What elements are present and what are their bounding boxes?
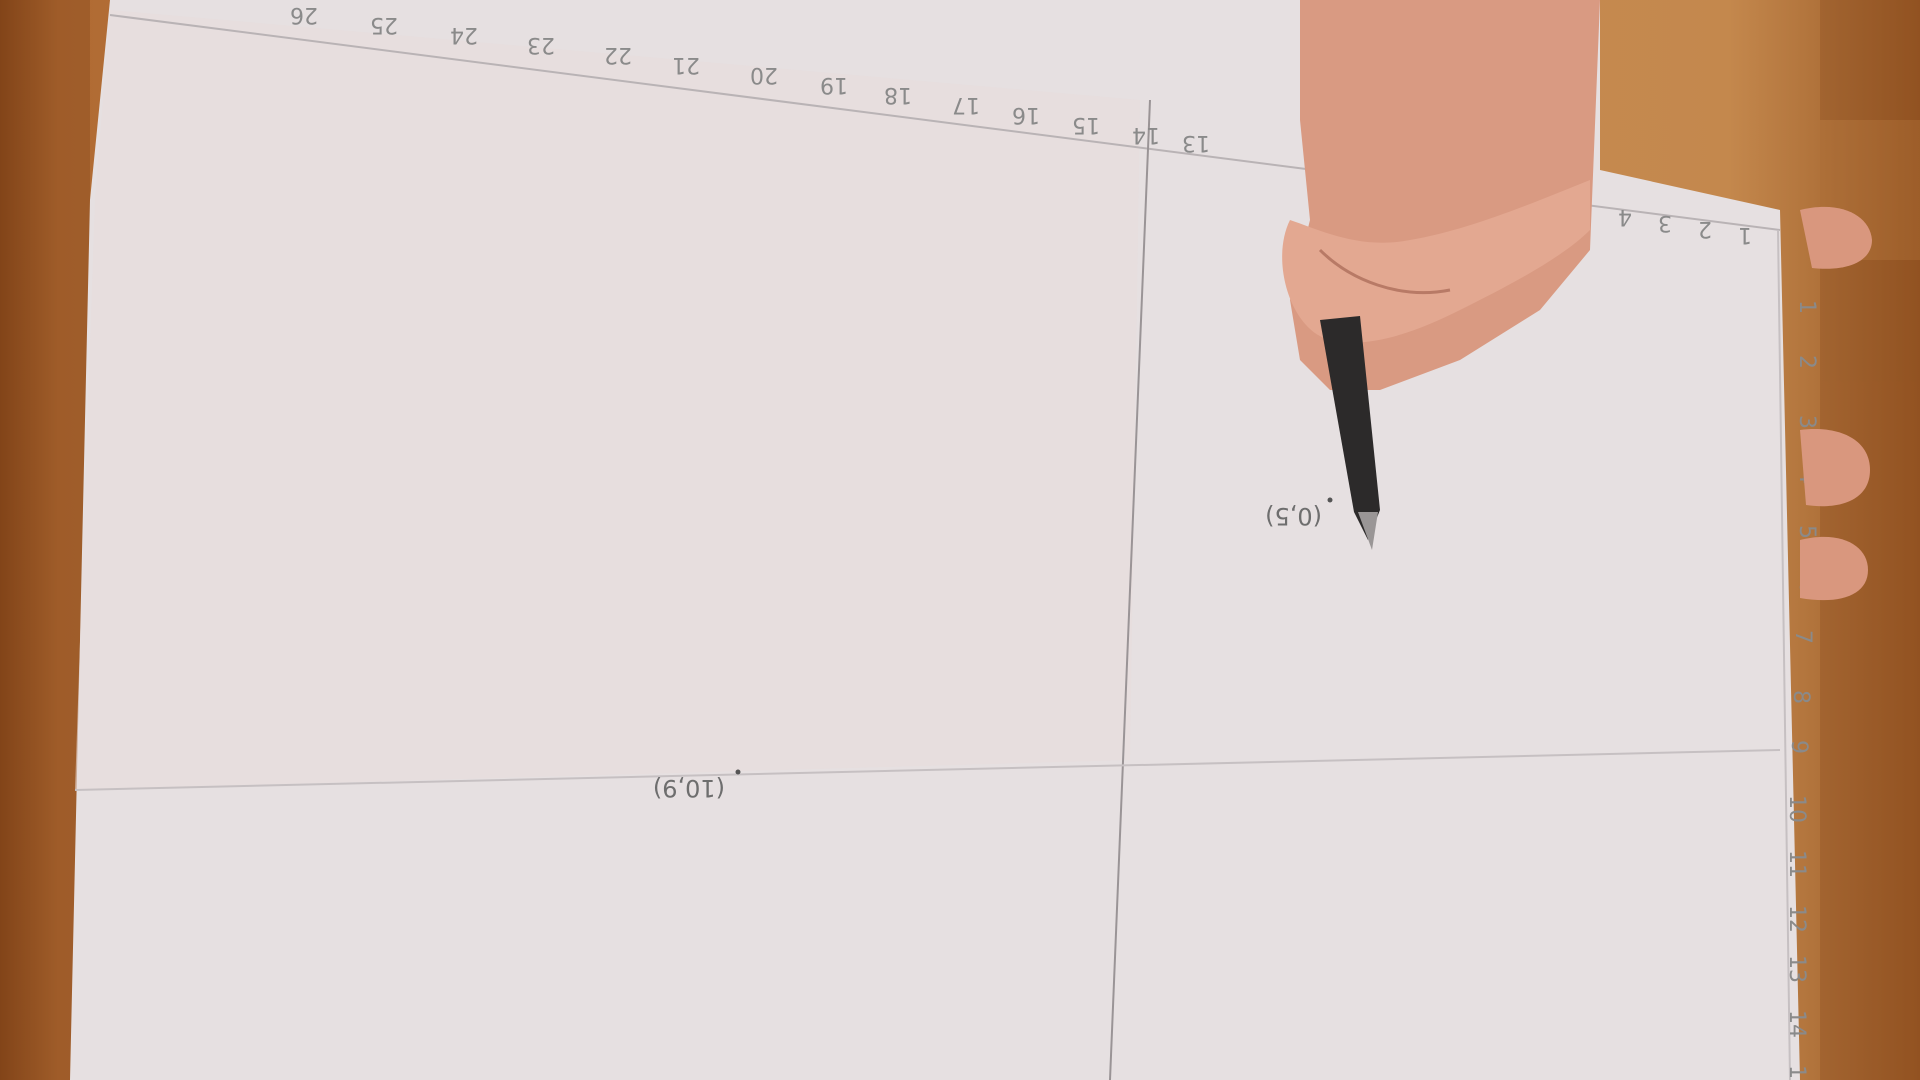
- tick-label: 16: [1012, 102, 1040, 127]
- tick-label: 20: [750, 62, 778, 87]
- tick-label: 13: [1182, 130, 1210, 155]
- point-label: (0,5): [1265, 502, 1322, 530]
- tick-label: 17: [952, 92, 980, 117]
- right-axis-numbers: 1 2 3 4 5 6 7 8 9 10 11 12 13 14 15: [1784, 300, 1819, 1080]
- point-label: (10,9): [653, 774, 725, 802]
- tick-label: 24: [450, 22, 478, 47]
- tick-label: 13: [1784, 955, 1809, 983]
- tick-label: 14: [1132, 122, 1160, 147]
- point-dot: [1327, 497, 1333, 503]
- tick-label: 23: [527, 32, 555, 57]
- tick-label: 4: [1618, 204, 1632, 229]
- tick-label: 9: [1786, 740, 1811, 754]
- tick-label: 15: [1072, 112, 1100, 137]
- tick-label: 10: [1784, 795, 1809, 823]
- tick-label: 12: [1784, 905, 1809, 933]
- tick-label: 19: [820, 72, 848, 97]
- tick-label: 14: [1784, 1010, 1809, 1038]
- tick-label: 21: [672, 52, 700, 77]
- tick-label: 11: [1784, 850, 1809, 878]
- point-0-5: (0,5): [1265, 497, 1333, 530]
- tick-label: 2: [1698, 216, 1712, 241]
- tick-label: 1: [1794, 300, 1819, 314]
- tick-label: 1: [1738, 222, 1752, 247]
- photo-scene: 26 25 24 23 22 21 20 19 18 17 16 15 14 1…: [0, 0, 1920, 1080]
- tick-label: 22: [604, 42, 632, 67]
- tick-label: 26: [290, 2, 318, 27]
- tick-label: 5: [1794, 525, 1819, 539]
- tick-label: 18: [884, 82, 912, 107]
- tick-label: 25: [370, 12, 398, 37]
- tick-label: 3: [1658, 210, 1672, 235]
- tick-label: 7: [1790, 630, 1815, 644]
- tick-label: 15: [1784, 1065, 1809, 1080]
- tick-label: 2: [1794, 355, 1819, 369]
- point-dot: [735, 769, 741, 775]
- tick-label: 3: [1794, 415, 1819, 429]
- tick-label: 8: [1788, 690, 1813, 704]
